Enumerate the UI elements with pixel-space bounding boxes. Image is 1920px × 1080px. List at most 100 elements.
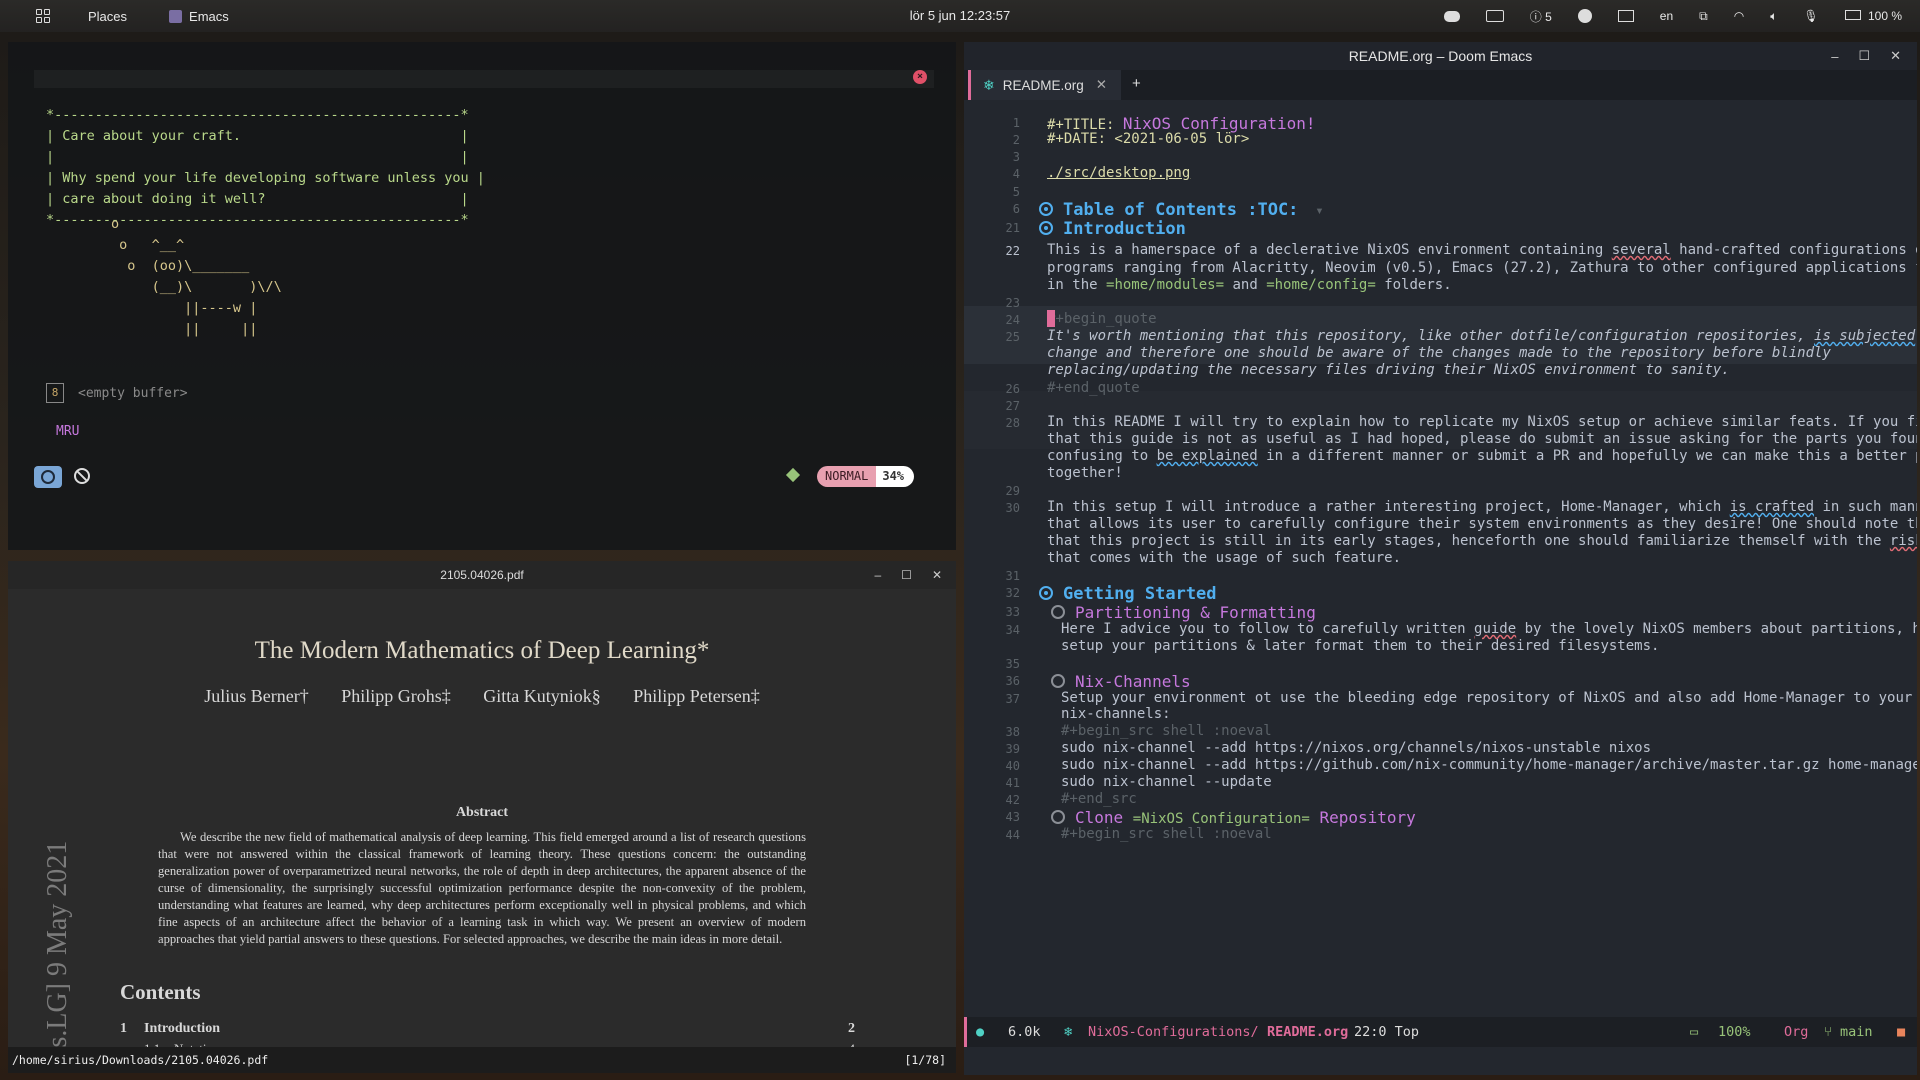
screen-icon[interactable]: ⧉ [1699,9,1708,24]
text-span: and [1224,277,1267,293]
close-icon[interactable]: ✕ [1890,48,1901,64]
art-line: || || [46,321,258,337]
notification-count: 5 [1545,9,1552,24]
heading-bullet-icon[interactable] [1039,586,1053,600]
text-span: Introduction [1063,219,1186,239]
art-line: o [46,216,120,232]
text-span: In this setup I will introduce a rather … [1047,499,1730,515]
camera-button[interactable] [34,466,62,488]
text-span: guide [1474,621,1517,637]
line-number: 27 [1005,399,1020,413]
text-line: in the =home/modules= and =home/config= … [1047,277,1452,293]
text-span: that this guide is not as useful as I ha… [1047,431,1917,447]
minimize-icon[interactable]: – [1831,49,1838,64]
toc-page: 2 [848,1021,855,1036]
keyboard-icon[interactable] [1485,10,1504,22]
close-icon[interactable]: ✕ [932,568,942,582]
line-number: 40 [1005,759,1020,773]
major-mode[interactable]: Org [1784,1017,1808,1047]
heading-bullet-icon[interactable] [1051,674,1065,688]
battery-indicator[interactable]: 100 % [1844,9,1902,23]
text-line: #+begin_src shell :noeval [1061,723,1272,739]
maximize-icon[interactable]: ☐ [901,568,912,582]
block-icon[interactable] [74,468,90,484]
text-span: #+begin_src shell :noeval [1061,723,1272,739]
close-icon[interactable]: × [913,70,927,84]
nixos-icon: ❄ [983,76,995,93]
keyboard-language[interactable]: en [1660,9,1673,23]
quote-line: | Care about your craft. | [46,128,469,144]
heading-bullet-icon[interactable] [1039,202,1053,216]
window-titlebar[interactable]: 2105.04026.pdf [8,561,956,589]
text-span: setup your partitions & later format the… [1061,638,1660,654]
text-span: is crafted [1729,499,1815,515]
steam-icon[interactable] [1577,9,1592,23]
notifications-indicator[interactable]: ⓘ 5 [1530,8,1552,25]
buffer-index: 8 [46,383,64,403]
top-panel: Places Emacs lör 5 jun 12:23:57 ⓘ 5 en ⧉… [0,0,1920,32]
wifi-icon[interactable]: ◠ [1734,9,1744,23]
text-span: risks [1889,533,1917,549]
toc-entry[interactable]: 1 Introduction 2 [120,1021,855,1037]
text-line: Setup your environment ot use the bleedi… [1061,690,1912,706]
heading-bullet-icon[interactable] [1051,605,1065,619]
text-line: nix-channels: [1061,706,1171,722]
git-branch-icon: ⑂ [1824,1024,1833,1040]
page-indicator: [1/78] [904,1053,946,1067]
text-span: together! [1047,465,1123,481]
buffer-state-icon: ● [976,1024,985,1040]
microphone-icon[interactable]: 🎙︎ [1803,9,1818,23]
text-line: #+begin_quote [1047,311,1157,327]
tab-readme[interactable]: ❄ README.org ✕ [968,70,1121,100]
text-span: It's worth mentioning that this reposito… [1047,328,1815,344]
volume-icon[interactable]: 🔈︎ [1770,9,1777,24]
org-heading: Table of Contents :TOC: ▾ [1039,200,1324,220]
maximize-icon[interactable]: ☐ [1858,48,1870,64]
text-span: #+end_src [1061,791,1137,807]
line-number: 44 [1005,828,1020,842]
line-number: 22 [1005,244,1020,258]
text-line: that allows its user to carefully config… [1047,516,1917,532]
text-span: that this project is still in its early … [1047,533,1890,549]
text-span: several [1611,242,1671,258]
line-number: 43 [1005,810,1020,824]
close-tab-icon[interactable]: ✕ [1096,77,1107,93]
text-span: that comes with the usage of such featur… [1047,550,1402,566]
mode-indicator: NORMAL 34% [817,466,915,487]
window-titlebar[interactable]: README.org – Doom Emacs [964,42,1917,70]
text-line: In this README I will try to explain how… [1047,414,1917,430]
window-layout-icon[interactable] [1617,10,1634,22]
heading-bullet-icon[interactable] [1051,810,1065,824]
heading-bullet-icon[interactable] [1039,221,1053,235]
text-span: Clone [1075,808,1133,827]
empty-buffer-item[interactable]: 8 <empty buffer> [46,383,188,403]
discord-icon[interactable] [1443,10,1460,22]
line-number: 6 [1012,202,1020,216]
text-span: nix-channels: [1061,706,1171,722]
camera-icon [41,470,55,484]
text-span: Repository [1309,808,1416,827]
line-number: 39 [1005,742,1020,756]
text-span[interactable]: ./src/desktop.png [1047,165,1190,181]
dashboard-window: × *-------------------------------------… [8,42,956,550]
text-line: In this setup I will introduce a rather … [1047,499,1917,515]
quote-line: | | [46,149,469,165]
buffer-path-dir: NixOS-Configurations/ [1088,1024,1259,1040]
git-branch[interactable]: main [1840,1017,1873,1047]
text-span: Partitioning & Formatting [1075,603,1316,622]
text-span: confusing to [1047,448,1157,464]
text-line: sudo nix-channel --update [1061,774,1272,790]
line-number: 1 [1012,116,1020,130]
line-number: 5 [1012,185,1020,199]
org-heading: Getting Started [1039,584,1217,604]
scroll-percent: 34% [876,466,915,487]
new-tab-button[interactable]: + [1132,75,1141,92]
text-span: in such manner [1822,499,1917,515]
text-line: It's worth mentioning that this reposito… [1047,328,1917,344]
text-line: programs ranging from Alacritty, Neovim … [1047,260,1917,276]
mode-label: NORMAL [817,466,877,487]
minimize-icon[interactable]: – [874,568,881,582]
editor-buffer[interactable]: 1 #+TITLE: NixOS Configuration! 2 #+DATE: <… [964,100,1917,1020]
text-line: ./src/desktop.png [1047,165,1190,181]
paper-title: The Modern Mathematics of Deep Learning* [254,637,710,664]
